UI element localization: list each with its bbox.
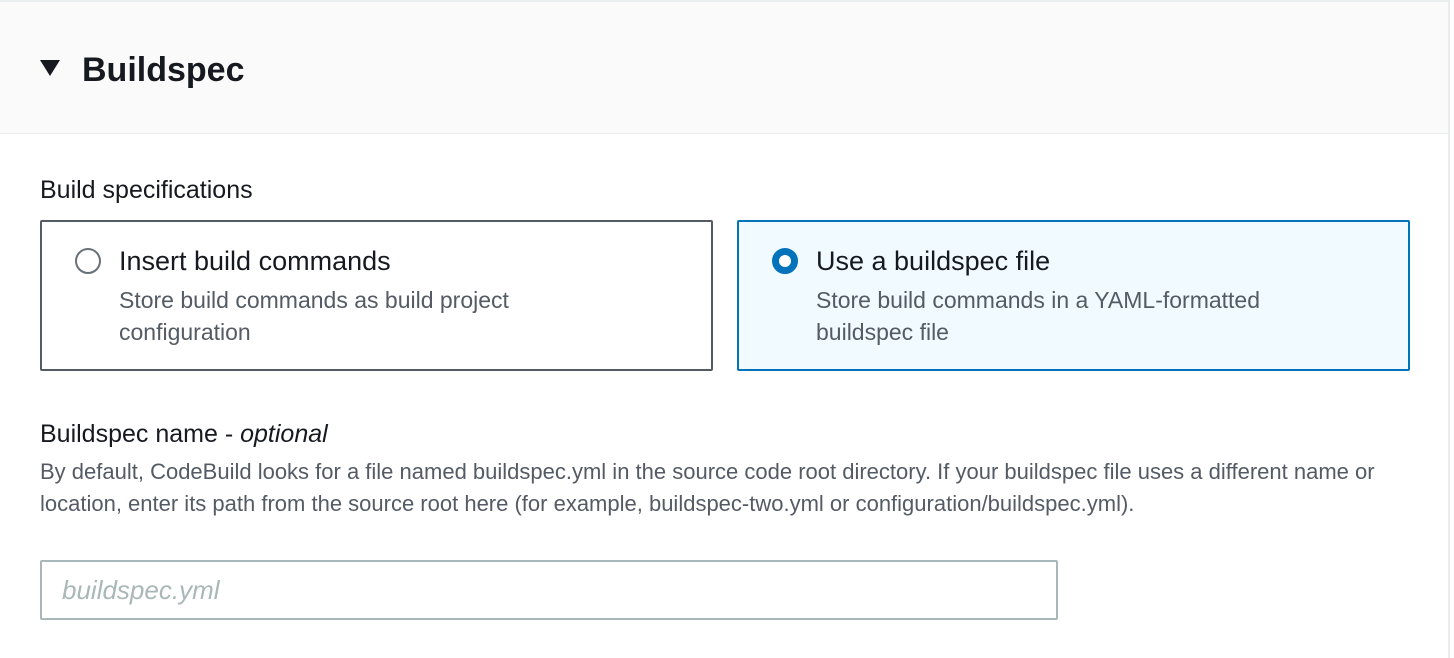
option-description: Store build commands in a YAML-formatted… <box>816 287 1261 345</box>
buildspec-name-input[interactable] <box>40 560 1058 620</box>
radio-button-unchecked[interactable] <box>75 248 101 274</box>
caret-down-icon[interactable] <box>40 60 60 76</box>
option-title: Use a buildspec file <box>816 246 1051 276</box>
optional-label: optional <box>240 420 328 448</box>
option-description: Store build commands as build project co… <box>119 287 509 345</box>
buildspec-name-help: By default, CodeBuild looks for a file n… <box>40 459 1375 516</box>
option-use-buildspec-file[interactable]: Use a buildspec file Store build command… <box>737 220 1410 371</box>
buildspec-name-label: Buildspec name - optional <box>40 418 328 450</box>
build-specifications-label: Build specifications <box>40 176 253 204</box>
option-insert-build-commands[interactable]: Insert build commands Store build comman… <box>40 220 713 371</box>
radio-button-checked[interactable] <box>772 248 798 274</box>
panel-header[interactable]: Buildspec <box>0 2 1448 134</box>
panel-title[interactable]: Buildspec <box>82 48 244 92</box>
buildspec-panel: Buildspec Build specifications Insert bu… <box>0 0 1450 658</box>
buildspec-name-label-text: Buildspec name - <box>40 420 241 448</box>
option-title: Insert build commands <box>119 246 391 276</box>
